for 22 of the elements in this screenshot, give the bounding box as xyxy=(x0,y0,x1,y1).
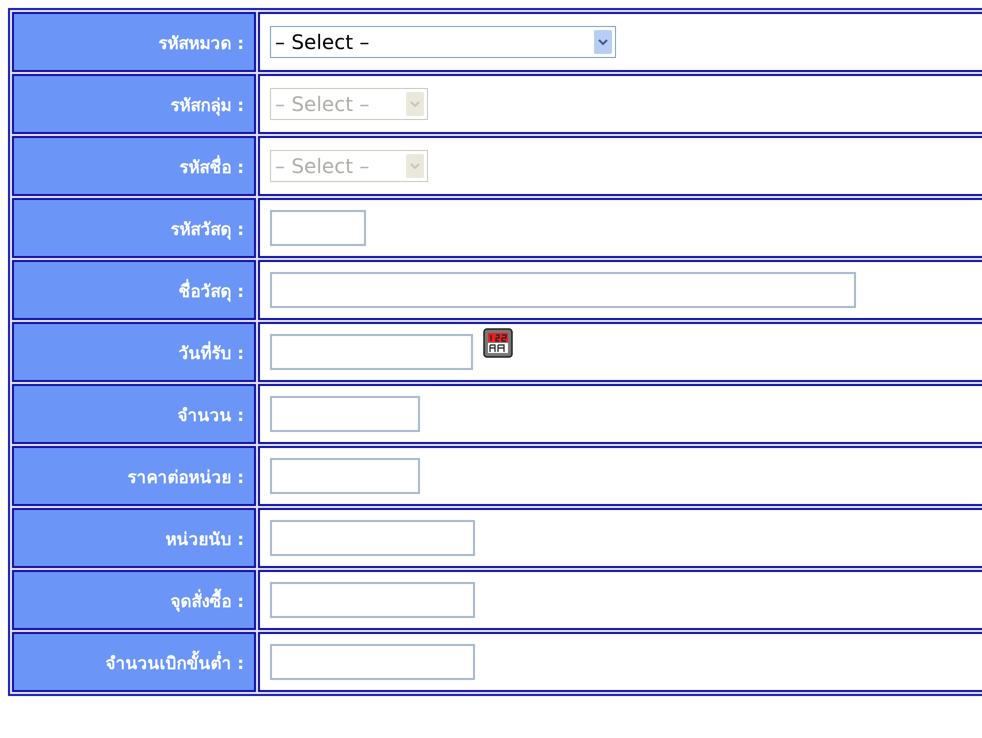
input-field[interactable] xyxy=(270,644,475,680)
field-label: จำนวน : xyxy=(177,406,244,426)
calendar-icon[interactable] xyxy=(483,328,513,358)
caret-icon xyxy=(406,154,424,178)
caret-icon xyxy=(406,92,424,116)
caret-icon xyxy=(594,30,612,54)
dropdown[interactable]: – Select – xyxy=(270,26,616,58)
field-label: รหัสชื่อ : xyxy=(179,158,244,178)
input-field[interactable] xyxy=(270,210,366,246)
field-label: วันที่รับ : xyxy=(178,344,244,364)
field-label: รหัสหมวด : xyxy=(158,34,244,54)
input-field[interactable] xyxy=(270,272,856,308)
input-field[interactable] xyxy=(270,458,420,494)
input-field[interactable] xyxy=(270,520,475,556)
field-label: หน่วยนับ : xyxy=(165,530,244,550)
field-label: รหัสวัสดุ : xyxy=(170,220,244,240)
field-label: รหัสกลุ่ม : xyxy=(170,96,244,116)
field-label: ราคาต่อหน่วย : xyxy=(127,468,244,488)
input-field[interactable] xyxy=(270,582,475,618)
date-field[interactable] xyxy=(270,334,473,370)
input-field[interactable] xyxy=(270,396,420,432)
field-label: ชื่อวัสดุ : xyxy=(178,282,244,302)
